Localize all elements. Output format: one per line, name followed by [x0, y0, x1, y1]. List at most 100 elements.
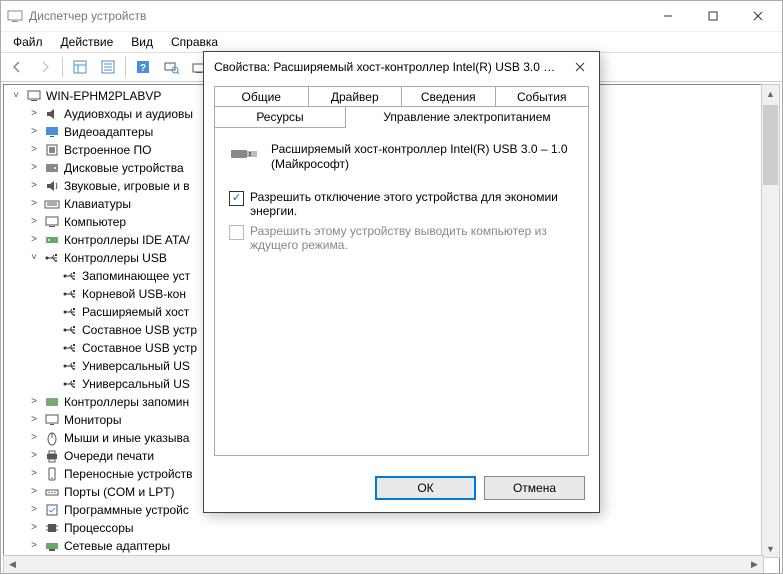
- expand-icon[interactable]: >: [28, 234, 40, 246]
- tree-item-label: Очереди печати: [64, 447, 154, 465]
- computer-icon: [44, 214, 60, 230]
- tree-item-label: Переносные устройств: [64, 465, 193, 483]
- expand-icon[interactable]: >: [28, 432, 40, 444]
- software-icon: [44, 502, 60, 518]
- tree-item-label: Видеоадаптеры: [64, 123, 153, 141]
- tab-power-management[interactable]: Управление электропитанием: [346, 106, 589, 128]
- close-button[interactable]: [735, 2, 780, 30]
- dialog-close-button[interactable]: [565, 54, 595, 80]
- tree-item-label: Компьютер: [64, 213, 126, 231]
- expand-icon[interactable]: >: [28, 540, 40, 552]
- dialog-titlebar: Свойства: Расширяемый хост-контроллер In…: [204, 52, 599, 82]
- computer-icon: [26, 88, 42, 104]
- svg-text:?: ?: [140, 63, 146, 74]
- usb-icon: [62, 286, 78, 302]
- expand-icon[interactable]: >: [28, 414, 40, 426]
- firmware-icon: [44, 142, 60, 158]
- menu-view[interactable]: Вид: [123, 33, 161, 51]
- allow-power-off-row: Разрешить отключение этого устройства дл…: [229, 190, 574, 218]
- tree-item-label: Порты (COM и LPT): [64, 483, 175, 501]
- device-name-label: Расширяемый хост-контроллер Intel(R) USB…: [271, 142, 574, 172]
- expand-icon[interactable]: >: [28, 144, 40, 156]
- allow-wake-row: Разрешить этому устройству выводить комп…: [229, 224, 574, 252]
- tree-item[interactable]: > Сетевые адаптеры: [26, 537, 779, 555]
- tab-driver[interactable]: Драйвер: [309, 86, 403, 107]
- horizontal-scrollbar[interactable]: ◀ ▶: [3, 555, 764, 574]
- expand-icon[interactable]: >: [28, 396, 40, 408]
- forward-button[interactable]: [32, 54, 58, 80]
- maximize-button[interactable]: [690, 2, 735, 30]
- show-hide-tree-button[interactable]: [67, 54, 93, 80]
- scroll-right-arrow[interactable]: ▶: [746, 556, 763, 573]
- properties-button[interactable]: [95, 54, 121, 80]
- expand-icon[interactable]: >: [28, 162, 40, 174]
- expand-icon[interactable]: >: [28, 180, 40, 192]
- tree-item-label: Сетевые адаптеры: [64, 537, 170, 555]
- tree-item-label: Аудиовходы и аудиовы: [64, 105, 193, 123]
- allow-wake-checkbox: [229, 225, 244, 240]
- menu-action[interactable]: Действие: [53, 33, 122, 51]
- sound-icon: [44, 178, 60, 194]
- usb-icon: [62, 340, 78, 356]
- tree-subitem-label: Запоминающее уст: [82, 267, 190, 285]
- monitor-icon: [44, 412, 60, 428]
- port-icon: [44, 484, 60, 500]
- properties-dialog: Свойства: Расширяемый хост-контроллер In…: [203, 51, 600, 513]
- tree-item-label: Встроенное ПО: [64, 141, 151, 159]
- back-button[interactable]: [4, 54, 30, 80]
- mouse-icon: [44, 430, 60, 446]
- cpu-icon: [44, 520, 60, 536]
- cancel-button[interactable]: Отмена: [484, 476, 585, 500]
- tree-subitem-label: Корневой USB-кон: [82, 285, 186, 303]
- menu-file[interactable]: Файл: [5, 33, 51, 51]
- usb-icon: [62, 268, 78, 284]
- help-button[interactable]: ?: [130, 54, 156, 80]
- tree-item-label: Контроллеры USB: [64, 249, 167, 267]
- usb-icon: [62, 358, 78, 374]
- expand-icon[interactable]: >: [28, 198, 40, 210]
- tree-item[interactable]: > Процессоры: [26, 519, 779, 537]
- expand-icon[interactable]: >: [28, 486, 40, 498]
- scroll-left-arrow[interactable]: ◀: [4, 556, 21, 573]
- tab-resources[interactable]: Ресурсы: [214, 106, 346, 128]
- vertical-scrollbar[interactable]: ▲ ▼: [761, 84, 780, 558]
- expand-icon[interactable]: >: [28, 108, 40, 120]
- scroll-down-arrow[interactable]: ▼: [762, 540, 779, 557]
- expand-icon[interactable]: >: [28, 450, 40, 462]
- ide-icon: [44, 232, 60, 248]
- audio-icon: [44, 106, 60, 122]
- keyboard-icon: [44, 196, 60, 212]
- menu-help[interactable]: Справка: [163, 33, 226, 51]
- usb-icon: [62, 376, 78, 392]
- expand-icon[interactable]: >: [28, 504, 40, 516]
- tree-subitem-label: Универсальный US: [82, 357, 190, 375]
- tree-subitem-label: Расширяемый хост: [82, 303, 189, 321]
- usb-icon: [44, 250, 60, 266]
- minimize-button[interactable]: [645, 2, 690, 30]
- expand-icon[interactable]: >: [28, 126, 40, 138]
- usb-device-icon: [229, 142, 261, 166]
- tab-details[interactable]: Сведения: [402, 86, 496, 107]
- network-icon: [44, 538, 60, 554]
- expand-icon[interactable]: >: [28, 468, 40, 480]
- tree-item-label: Дисковые устройства: [64, 159, 184, 177]
- expand-icon[interactable]: >: [28, 522, 40, 534]
- tab-events[interactable]: События: [496, 86, 590, 107]
- tree-item-label: Контроллеры IDE ATA/: [64, 231, 190, 249]
- tree-root-label: WIN-EPHM2PLABVP: [46, 87, 161, 105]
- device-manager-window: Диспетчер устройств Файл Действие Вид Сп…: [0, 0, 783, 574]
- tree-item-label: Процессоры: [64, 519, 134, 537]
- tab-general[interactable]: Общие: [214, 86, 309, 107]
- scan-hardware-button[interactable]: [158, 54, 184, 80]
- window-title: Диспетчер устройств: [29, 9, 645, 23]
- ok-button[interactable]: ОК: [375, 476, 476, 500]
- allow-power-off-checkbox[interactable]: [229, 191, 244, 206]
- collapse-icon[interactable]: ˅: [10, 90, 22, 102]
- app-icon: [7, 8, 23, 24]
- scroll-up-arrow[interactable]: ▲: [762, 85, 779, 102]
- expand-icon[interactable]: ˅: [28, 252, 40, 264]
- menubar: Файл Действие Вид Справка: [1, 32, 782, 53]
- expand-icon[interactable]: >: [28, 216, 40, 228]
- dialog-tabs: Общие Драйвер Сведения События Ресурсы У…: [214, 86, 589, 456]
- scroll-thumb[interactable]: [763, 105, 778, 185]
